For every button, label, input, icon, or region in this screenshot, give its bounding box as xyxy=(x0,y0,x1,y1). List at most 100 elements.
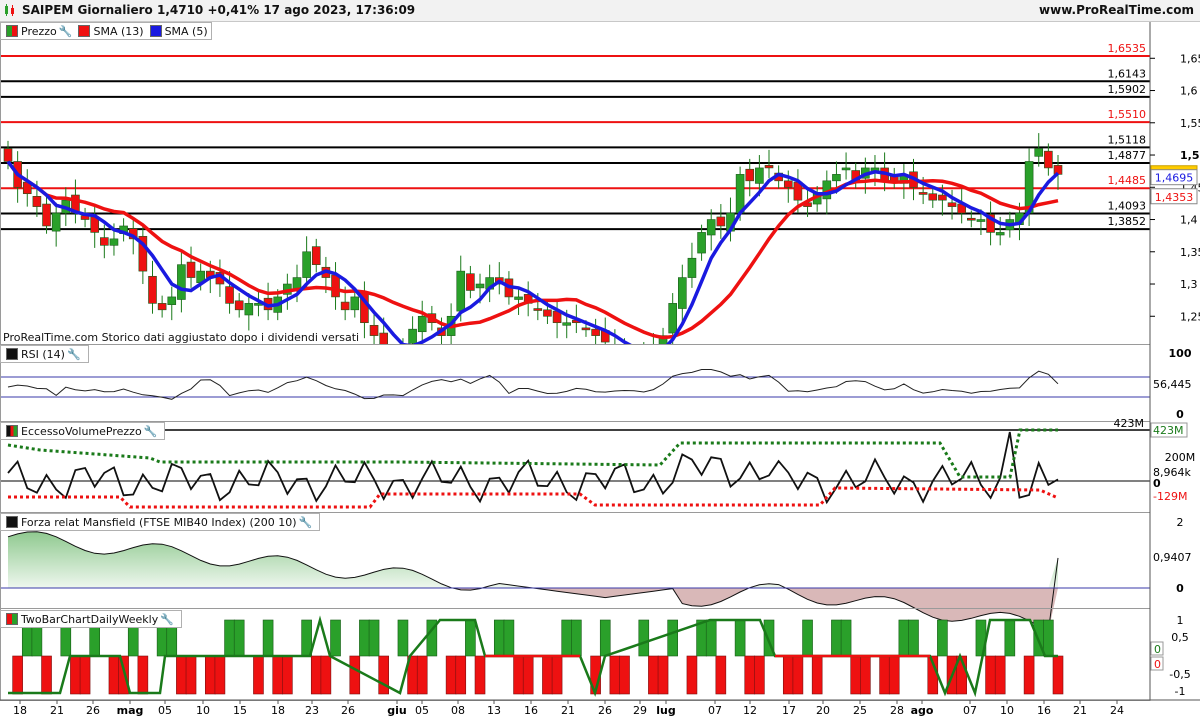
mansfield-tick: 2 xyxy=(1177,516,1184,529)
price-tick-label: 1,65 xyxy=(1180,52,1200,65)
candle xyxy=(51,202,61,247)
volume-tick: 0 xyxy=(1153,477,1161,490)
candle xyxy=(706,209,716,251)
candle xyxy=(80,207,90,228)
twobar-up xyxy=(368,619,380,657)
time-tick-label: 12 xyxy=(743,704,757,717)
time-tick-label: giu xyxy=(387,704,406,717)
twobar-down xyxy=(782,655,794,695)
time-tick-label: 26 xyxy=(598,704,612,717)
twobar-down xyxy=(994,655,1006,695)
volume-lower-label: -129M xyxy=(1153,490,1187,503)
time-tick-label: 08 xyxy=(451,704,465,717)
twobar-down xyxy=(70,655,81,695)
sma5-swatch-icon xyxy=(149,25,162,37)
twobar-down xyxy=(416,655,428,695)
wrench-icon[interactable]: 🔧 xyxy=(59,25,73,38)
time-tick-label: mag xyxy=(117,704,144,717)
candle xyxy=(263,282,273,321)
candle xyxy=(841,152,851,180)
twobar-down xyxy=(349,655,361,695)
twobar-down xyxy=(985,655,996,695)
rsi-legend[interactable]: RSI (14) 🔧 xyxy=(0,345,89,363)
twobar-down xyxy=(253,655,264,695)
twobar-up xyxy=(493,619,505,657)
twobar-legend[interactable]: TwoBarChartDailyWeekly 🔧 xyxy=(0,610,182,628)
level-label: 1,6143 xyxy=(1108,67,1147,80)
time-tick-label: 28 xyxy=(890,704,904,717)
level-label: 1,5118 xyxy=(1108,133,1147,146)
time-tick-label: 16 xyxy=(1037,704,1051,717)
twobar-down xyxy=(744,655,756,695)
candle xyxy=(494,262,504,295)
twobar-up xyxy=(599,619,611,657)
time-tick-label: 20 xyxy=(816,704,830,717)
candle xyxy=(22,169,32,207)
candle xyxy=(408,316,417,344)
mansfield-tick: 0 xyxy=(1176,582,1184,595)
time-tick-label: 21 xyxy=(50,704,64,717)
twobar-down xyxy=(320,655,332,695)
rsi-tick: 100 xyxy=(1169,347,1192,360)
twobar-down xyxy=(850,655,862,695)
rsi-path xyxy=(7,369,1059,400)
price-legend[interactable]: Prezzo 🔧 SMA (13) SMA (5) xyxy=(0,22,212,40)
twobar-down xyxy=(214,655,226,695)
legend-mansfield-label: Forza relat Mansfield (FTSE MIB40 Index)… xyxy=(21,515,297,529)
twobar-up xyxy=(734,619,746,657)
time-tick-label: 05 xyxy=(415,704,429,717)
rsi-panel xyxy=(0,369,1150,400)
twobar-down xyxy=(754,655,765,695)
twobar-down xyxy=(445,655,457,695)
twobar-panel xyxy=(8,615,1064,698)
title-bar: SAIPEM Giornaliero 1,4710 +0,41% 17 ago … xyxy=(0,0,1200,22)
wrench-icon[interactable]: 🔧 xyxy=(299,516,313,529)
twobar-down xyxy=(619,655,630,695)
candle xyxy=(851,162,861,189)
wrench-icon[interactable]: 🔧 xyxy=(144,425,158,438)
mansfield-legend[interactable]: Forza relat Mansfield (FTSE MIB40 Index)… xyxy=(0,513,321,531)
twobar-down xyxy=(522,655,534,695)
twobar-tick: 1 xyxy=(1177,614,1184,627)
time-tick-label: 23 xyxy=(305,704,319,717)
twobar-down xyxy=(137,655,149,695)
volume-path xyxy=(7,431,1059,505)
svg-text:1,4353: 1,4353 xyxy=(1155,191,1194,204)
twobar-up xyxy=(898,619,910,657)
sma5-path xyxy=(6,160,1060,344)
candle xyxy=(745,158,755,197)
mansfield-swatch-icon xyxy=(6,516,18,528)
twobar-up xyxy=(802,619,813,657)
candlestick-series xyxy=(3,133,1063,376)
svg-text:1,4695: 1,4695 xyxy=(1155,172,1194,185)
twobar-up xyxy=(908,619,919,657)
candle xyxy=(630,345,638,376)
wrench-icon[interactable]: 🔧 xyxy=(67,348,81,361)
level-label: 1,5510 xyxy=(1108,108,1147,121)
support-resistance-lines: 1,6535 1,6143 1,5902 1,5510 1,5118 1,4877 1,44… xyxy=(0,42,1150,231)
volume-legend[interactable]: EccessoVolumePrezzo 🔧 xyxy=(0,422,166,440)
time-tick-label: 07 xyxy=(708,704,722,717)
twobar-up xyxy=(233,619,245,657)
twobar-tick: 0,5 xyxy=(1171,631,1189,644)
legend-sma5-label: SMA (5) xyxy=(164,24,208,38)
level-label: 1,5902 xyxy=(1108,83,1147,96)
price-swatch-icon xyxy=(6,25,18,37)
rsi-swatch-icon xyxy=(6,348,18,360)
price-tick-label: 1,3 xyxy=(1180,278,1198,291)
level-label: 1,3852 xyxy=(1108,215,1147,228)
rsi-value: 56,445 xyxy=(1153,378,1192,391)
wrench-icon[interactable]: 🔧 xyxy=(160,613,174,626)
twobar-down xyxy=(79,655,91,695)
twobar-down xyxy=(474,655,486,695)
candle xyxy=(600,317,610,344)
candlestick-app-icon xyxy=(5,4,14,16)
price-tick-label: 1,4 xyxy=(1180,214,1198,227)
twobar-up xyxy=(330,619,341,657)
twobar-down xyxy=(1023,655,1035,695)
twobar-down xyxy=(185,655,197,695)
site-link[interactable]: www.ProRealTime.com xyxy=(1039,3,1194,17)
twobar-down xyxy=(648,655,659,695)
twobar-down xyxy=(811,655,823,695)
price-badge: 1,4695 xyxy=(1150,169,1198,186)
